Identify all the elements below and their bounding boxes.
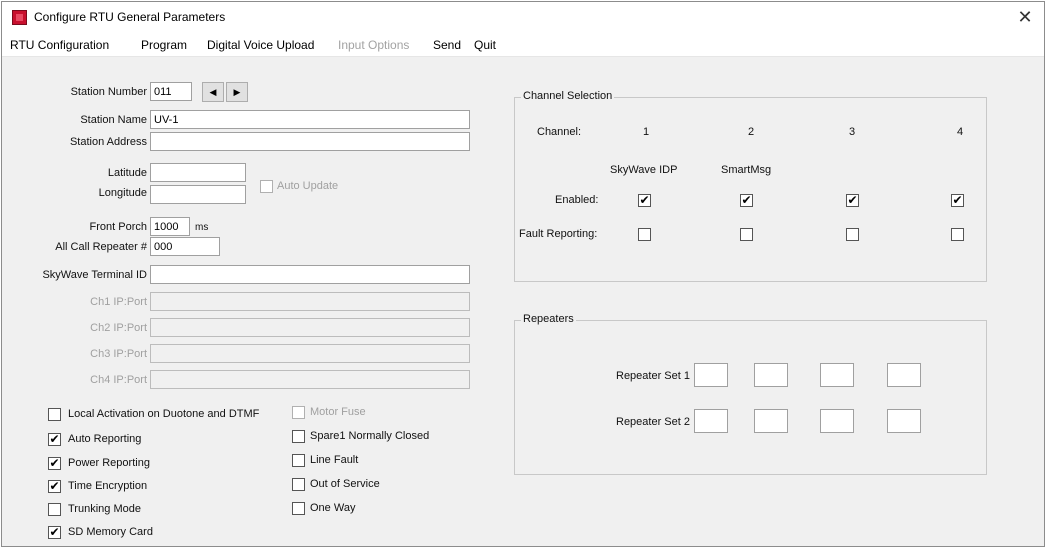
motor-fuse-label: Motor Fuse (310, 406, 366, 418)
channel-selection-group: Channel Selection Channel: 1 2 3 4 SkyWa… (514, 90, 987, 282)
one-way-checkbox[interactable] (292, 502, 305, 515)
menu-send[interactable]: Send (433, 38, 461, 52)
power-reporting-label: Power Reporting (68, 457, 150, 469)
skywave-terminal-id-label: SkyWave Terminal ID (42, 269, 147, 281)
repeater-set-1-label: Repeater Set 1 (616, 370, 690, 382)
channel-2-enabled-checkbox[interactable]: ✔ (740, 194, 753, 207)
channel-3-enabled-checkbox[interactable]: ✔ (846, 194, 859, 207)
auto-update-label: Auto Update (277, 180, 339, 192)
repeaters-title: Repeaters (521, 313, 576, 325)
trunking-mode-label: Trunking Mode (68, 503, 141, 515)
arrow-left-icon: ◀ (209, 87, 217, 97)
channel-4-fault-checkbox[interactable] (951, 228, 964, 241)
time-encryption-checkbox[interactable]: ✔ (48, 480, 61, 493)
out-of-service-label: Out of Service (310, 478, 380, 490)
ch3-ip-port-label: Ch3 IP:Port (90, 348, 147, 360)
channel-1-type: SkyWave IDP (610, 164, 678, 176)
front-porch-label: Front Porch (89, 221, 147, 233)
config-window: Configure RTU General Parameters ✕ RTU C… (1, 1, 1045, 547)
close-icon[interactable]: ✕ (1012, 6, 1038, 28)
station-number-field[interactable] (150, 82, 192, 101)
repeater-set-2-label: Repeater Set 2 (616, 416, 690, 428)
local-activation-checkbox[interactable] (48, 408, 61, 421)
menu-program[interactable]: Program (141, 38, 187, 52)
repeater-set-2-field-3[interactable] (820, 409, 854, 433)
repeaters-group: Repeaters Repeater Set 1 Repeater Set 2 (514, 313, 987, 475)
ch4-ip-port-field[interactable] (150, 370, 470, 389)
station-name-field[interactable] (150, 110, 470, 129)
station-address-field[interactable] (150, 132, 470, 151)
repeater-set-1-field-1[interactable] (694, 363, 728, 387)
ch3-ip-port-field[interactable] (150, 344, 470, 363)
all-call-repeater-field[interactable] (150, 237, 220, 256)
line-fault-checkbox[interactable] (292, 454, 305, 467)
latitude-label: Latitude (107, 167, 147, 179)
auto-reporting-label: Auto Reporting (68, 433, 142, 445)
repeater-set-2-field-1[interactable] (694, 409, 728, 433)
spare1-normally-closed-label: Spare1 Normally Closed (310, 430, 430, 442)
title-bar: Configure RTU General Parameters ✕ (2, 2, 1044, 32)
station-name-label: Station Name (80, 114, 147, 126)
channel-1-header: 1 (643, 126, 650, 138)
spare1-normally-closed-checkbox[interactable] (292, 430, 305, 443)
trunking-mode-checkbox[interactable] (48, 503, 61, 516)
local-activation-label: Local Activation on Duotone and DTMF (68, 408, 260, 420)
channel-4-enabled-checkbox[interactable]: ✔ (951, 194, 964, 207)
prev-station-button[interactable]: ◀ (202, 82, 224, 102)
next-station-button[interactable]: ▶ (226, 82, 248, 102)
channel-4-header: 4 (957, 126, 964, 138)
repeater-set-1-field-4[interactable] (887, 363, 921, 387)
time-encryption-label: Time Encryption (68, 480, 148, 492)
channel-1-enabled-checkbox[interactable]: ✔ (638, 194, 651, 207)
repeater-set-2-field-4[interactable] (887, 409, 921, 433)
ch1-ip-port-field[interactable] (150, 292, 470, 311)
repeater-set-1-field-3[interactable] (820, 363, 854, 387)
ch1-ip-port-label: Ch1 IP:Port (90, 296, 147, 308)
window-title: Configure RTU General Parameters (34, 10, 226, 24)
arrow-right-icon: ▶ (233, 87, 241, 97)
motor-fuse-checkbox[interactable] (292, 406, 305, 419)
auto-reporting-checkbox[interactable]: ✔ (48, 433, 61, 446)
repeater-set-1-field-2[interactable] (754, 363, 788, 387)
longitude-label: Longitude (98, 187, 147, 199)
out-of-service-checkbox[interactable] (292, 478, 305, 491)
channel-selection-title: Channel Selection (521, 90, 615, 102)
auto-update-checkbox[interactable] (260, 180, 273, 193)
menu-rtu-configuration[interactable]: RTU Configuration (10, 38, 109, 52)
menu-digital-voice-upload[interactable]: Digital Voice Upload (207, 38, 314, 52)
repeater-set-2-field-2[interactable] (754, 409, 788, 433)
fault-reporting-label: Fault Reporting: (519, 228, 598, 240)
power-reporting-checkbox[interactable]: ✔ (48, 457, 61, 470)
front-porch-field[interactable] (150, 217, 190, 236)
ch4-ip-port-label: Ch4 IP:Port (90, 374, 147, 386)
channel-label: Channel: (537, 126, 582, 138)
ch2-ip-port-field[interactable] (150, 318, 470, 337)
station-address-label: Station Address (69, 136, 147, 148)
channel-2-fault-checkbox[interactable] (740, 228, 753, 241)
channel-3-header: 3 (849, 126, 856, 138)
all-call-repeater-label: All Call Repeater # (55, 241, 147, 253)
sd-memory-card-label: SD Memory Card (68, 526, 153, 538)
app-icon (12, 10, 27, 25)
one-way-label: One Way (310, 502, 356, 514)
channel-2-type: SmartMsg (721, 164, 772, 176)
channel-2-header: 2 (748, 126, 755, 138)
channel-1-fault-checkbox[interactable] (638, 228, 651, 241)
menu-input-options[interactable]: Input Options (338, 38, 409, 52)
menu-quit[interactable]: Quit (474, 38, 496, 52)
latitude-field[interactable] (150, 163, 246, 182)
line-fault-label: Line Fault (310, 454, 359, 466)
front-porch-unit: ms (195, 222, 209, 233)
longitude-field[interactable] (150, 185, 246, 204)
channel-3-fault-checkbox[interactable] (846, 228, 859, 241)
sd-memory-card-checkbox[interactable]: ✔ (48, 526, 61, 539)
station-number-label: Station Number (70, 86, 147, 98)
skywave-terminal-id-field[interactable] (150, 265, 470, 284)
enabled-label: Enabled: (555, 194, 599, 206)
menu-bar: RTU Configuration Program Digital Voice … (2, 32, 1044, 57)
ch2-ip-port-label: Ch2 IP:Port (90, 322, 147, 334)
